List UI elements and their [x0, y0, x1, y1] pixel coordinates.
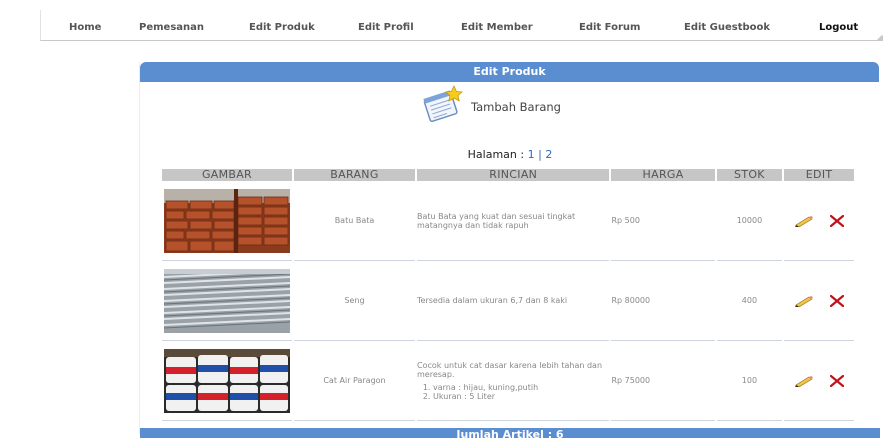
product-description: Batu Bata yang kuat dan sesuai tingkat m… — [417, 181, 610, 261]
col-edit: EDIT — [784, 169, 854, 181]
product-name: Batu Bata — [293, 181, 416, 261]
bricks-photo-icon — [163, 188, 290, 253]
product-name: Seng — [293, 261, 416, 341]
product-description: Cocok untuk cat dasar karena lebih tahan… — [417, 360, 603, 379]
page-separator: | — [538, 148, 542, 161]
pagination: Halaman : 1 | 2 — [140, 148, 880, 161]
nav-edit-produk[interactable]: Edit Produk — [249, 22, 315, 33]
table-row: Batu Bata Batu Bata yang kuat dan sesuai… — [162, 181, 854, 261]
nav-edit-member[interactable]: Edit Member — [461, 22, 533, 33]
delete-x-icon[interactable] — [830, 214, 845, 227]
nav-edit-profil[interactable]: Edit Profil — [358, 22, 414, 33]
pencil-edit-icon[interactable] — [794, 375, 814, 387]
table-row: Seng Tersedia dalam ukuran 6,7 dan 8 kak… — [162, 261, 854, 341]
product-description: Tersedia dalam ukuran 6,7 dan 8 kaki — [417, 261, 610, 341]
col-rincian: RINCIAN — [417, 169, 610, 181]
product-price: Rp 75000 — [611, 341, 715, 421]
col-stok: STOK — [716, 169, 783, 181]
page-link-1[interactable]: 1 — [528, 148, 535, 161]
add-item-button[interactable]: Tambah Barang — [421, 82, 561, 126]
product-stock: 100 — [716, 341, 783, 421]
list-item: varna : hijau, kuning,putih — [433, 383, 605, 392]
nav-home[interactable]: Home — [69, 22, 101, 33]
col-harga: HARGA — [611, 169, 715, 181]
nav-edit-guestbook[interactable]: Edit Guestbook — [684, 22, 770, 33]
active-indicator-icon — [876, 35, 883, 41]
delete-x-icon[interactable] — [830, 374, 845, 387]
paint-cans-photo-icon — [163, 348, 290, 413]
product-name: Cat Air Paragon — [293, 341, 416, 421]
col-gambar: GAMBAR — [162, 169, 292, 181]
col-barang: BARANG — [293, 169, 416, 181]
pencil-edit-icon[interactable] — [794, 215, 814, 227]
list-item: Ukuran : 5 Liter — [433, 392, 605, 401]
nav-edit-forum[interactable]: Edit Forum — [579, 22, 640, 33]
zinc-roof-photo-icon — [163, 268, 290, 333]
edit-produk-panel: Edit Produk Tambah Barang Halaman : 1 | … — [139, 62, 880, 438]
notepad-star-icon — [423, 85, 463, 123]
delete-x-icon[interactable] — [830, 294, 845, 307]
table-row: Cat Air Paragon Cocok untuk cat dasar ka… — [162, 341, 854, 421]
product-stock: 10000 — [716, 181, 783, 261]
product-stock: 400 — [716, 261, 783, 341]
product-detail-list: varna : hijau, kuning,putih Ukuran : 5 L… — [433, 383, 605, 401]
pagination-prefix: Halaman : — [467, 148, 525, 161]
product-price: Rp 80000 — [611, 261, 715, 341]
add-item-label: Tambah Barang — [471, 100, 561, 114]
pencil-edit-icon[interactable] — [794, 295, 814, 307]
nav-logout[interactable]: Logout — [819, 22, 858, 33]
panel-title: Edit Produk — [140, 62, 879, 82]
product-table: GAMBAR BARANG RINCIAN HARGA STOK EDIT Ba… — [160, 169, 856, 421]
nav-pemesanan[interactable]: Pemesanan — [139, 22, 204, 33]
product-price: Rp 500 — [611, 181, 715, 261]
page-link-2[interactable]: 2 — [545, 148, 552, 161]
article-count-footer: Jumlah Artikel : 6 — [140, 428, 880, 438]
top-navigation: Home Pemesanan Edit Produk Edit Profil E… — [40, 10, 883, 41]
